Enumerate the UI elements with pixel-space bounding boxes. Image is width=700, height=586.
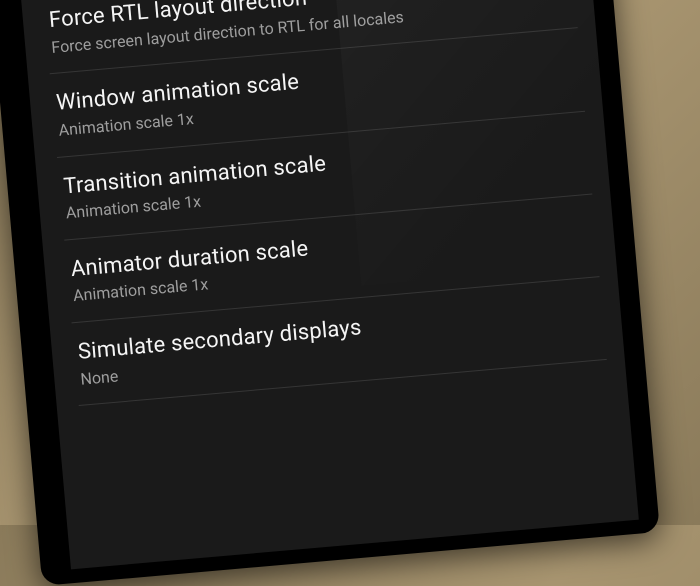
phone-frame: Force RTL layout direction Force screen … [0,0,660,586]
screen: Force RTL layout direction Force screen … [21,0,639,569]
settings-list[interactable]: Force RTL layout direction Force screen … [21,0,625,408]
